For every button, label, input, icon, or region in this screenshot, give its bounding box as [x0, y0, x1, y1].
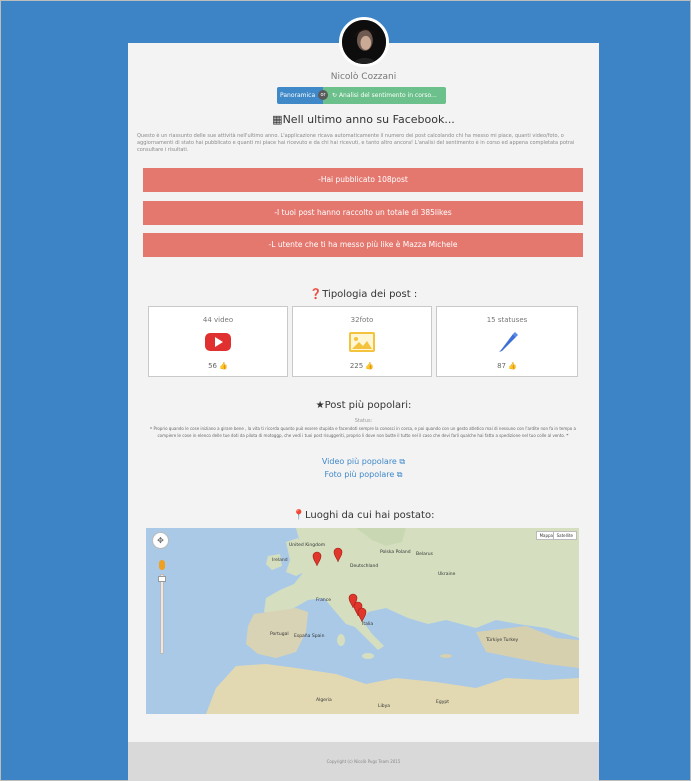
map-label-poland: Polska Poland: [380, 550, 411, 555]
question-circle-icon: ❓: [309, 289, 323, 300]
map-label-germany: Deutschland: [350, 564, 379, 569]
places-map[interactable]: Ireland United Kingdom Deutschland Polsk…: [146, 528, 579, 714]
nav-tabs: Panoramica or ↻ Analisi del sentimento i…: [277, 87, 446, 104]
type-status-likes: 87 👍: [437, 362, 577, 370]
summary-title: ▦Nell ultimo anno su Facebook...: [128, 113, 599, 126]
avatar: [339, 17, 389, 67]
map-zoom-handle[interactable]: [158, 576, 166, 582]
map-label-spain: España Spain: [294, 634, 325, 639]
summary-title-text: Nell ultimo anno su Facebook...: [282, 113, 455, 126]
popular-video-link-text: Video più popolare: [321, 457, 397, 466]
map-label-portugal: Portugal: [270, 632, 289, 637]
external-link-icon: ⧉: [394, 470, 403, 479]
places-title: 📍Luoghi da cui hai postato:: [128, 510, 599, 521]
map-type-satellite-button[interactable]: Satellite: [552, 531, 577, 540]
places-title-text: Luoghi da cui hai postato:: [304, 510, 435, 521]
popular-photo-link[interactable]: Foto più popolare ⧉: [128, 470, 599, 480]
summary-intro: Questo è un riassunto delle sue attività…: [137, 133, 575, 153]
external-link-icon: ⧉: [396, 457, 406, 466]
map-zoom-slider[interactable]: [160, 574, 164, 654]
type-video-likes-value: 56: [208, 362, 217, 370]
user-name: Nicolò Cozzani: [330, 72, 397, 82]
map-label-belarus: Belarus: [416, 552, 433, 557]
type-photo-likes: 225 👍: [293, 362, 431, 370]
footer: Copyright (c) Nicolò Pugs Team 2015: [128, 742, 599, 781]
map-label-ukraine: Ukraine: [438, 572, 456, 577]
map-pan-control[interactable]: ✥: [152, 532, 169, 549]
stat-top-liker: -L utente che ti ha messo più like è Maz…: [143, 233, 583, 257]
type-card-status: 15 statuses 87 👍: [436, 306, 578, 377]
popular-quote-text: Proprio quando le cose iniziano a girare…: [153, 426, 576, 438]
map-label-france: France: [316, 598, 331, 603]
map-marker-icon: 📍: [292, 510, 305, 521]
type-status-label: 15 statuses: [486, 316, 528, 324]
thumbs-up-icon: 👍: [505, 362, 517, 370]
type-card-video: 44 video 56 👍: [148, 306, 288, 377]
map-label-uk: United Kingdom: [289, 543, 326, 548]
refresh-icon: ↻: [332, 92, 339, 99]
star-icon: ★: [315, 400, 325, 411]
post-types-title: ❓Tipologia dei post :: [128, 289, 599, 300]
tab-sentiment-label: Analisi del sentimento in corso...: [338, 92, 437, 99]
map-canvas: [146, 528, 579, 714]
map-label-egypt: Egypt: [436, 700, 449, 705]
type-photo-likes-value: 225: [349, 362, 364, 370]
tab-separator-badge: or: [318, 90, 328, 100]
popular-video-link[interactable]: Video più popolare ⧉: [128, 457, 599, 467]
popular-posts-title-text: Post più popolari:: [324, 400, 412, 411]
tab-sentiment-analysis[interactable]: ↻ Analisi del sentimento in corso...: [323, 87, 446, 104]
calendar-icon: ▦: [272, 113, 283, 126]
popular-status-quote: ❝ Proprio quando le cose iniziano a gira…: [146, 426, 580, 439]
tab-overview[interactable]: Panoramica: [277, 87, 323, 104]
post-types-title-text: Tipologia dei post :: [322, 289, 418, 300]
stat-likes-total: -I tuoi post hanno raccolto un totale di…: [143, 201, 583, 225]
popular-photo-link-text: Foto più popolare: [324, 470, 395, 479]
video-play-icon: [205, 333, 231, 351]
photo-icon: [349, 332, 375, 352]
popular-posts-title: ★Post più popolari:: [128, 400, 599, 411]
map-label-ireland: Ireland: [272, 558, 288, 563]
thumbs-up-icon: 👍: [216, 362, 228, 370]
type-photo-label: 32foto: [350, 316, 374, 324]
map-label-italy: Italia: [362, 622, 374, 627]
street-view-pegman-icon[interactable]: [159, 560, 165, 570]
type-video-label: 44 video: [202, 316, 234, 324]
popular-kind-label: Status:: [354, 418, 373, 424]
map-label-libya: Libya: [378, 704, 391, 709]
footer-copyright: Copyright (c) Nicolò Pugs Team 2015: [326, 759, 401, 764]
map-label-turkey: Türkiye Turkey: [486, 638, 519, 643]
quote-close-icon: ❞: [565, 432, 569, 438]
thumbs-up-icon: 👍: [363, 362, 375, 370]
type-card-photo: 32foto 225 👍: [292, 306, 432, 377]
type-video-likes: 56 👍: [149, 362, 287, 370]
pencil-icon: [499, 332, 518, 352]
map-label-algeria: Algeria: [316, 698, 332, 703]
type-status-likes-value: 87: [497, 362, 506, 370]
stat-posts-count: -Hai pubblicato 108post: [143, 168, 583, 192]
